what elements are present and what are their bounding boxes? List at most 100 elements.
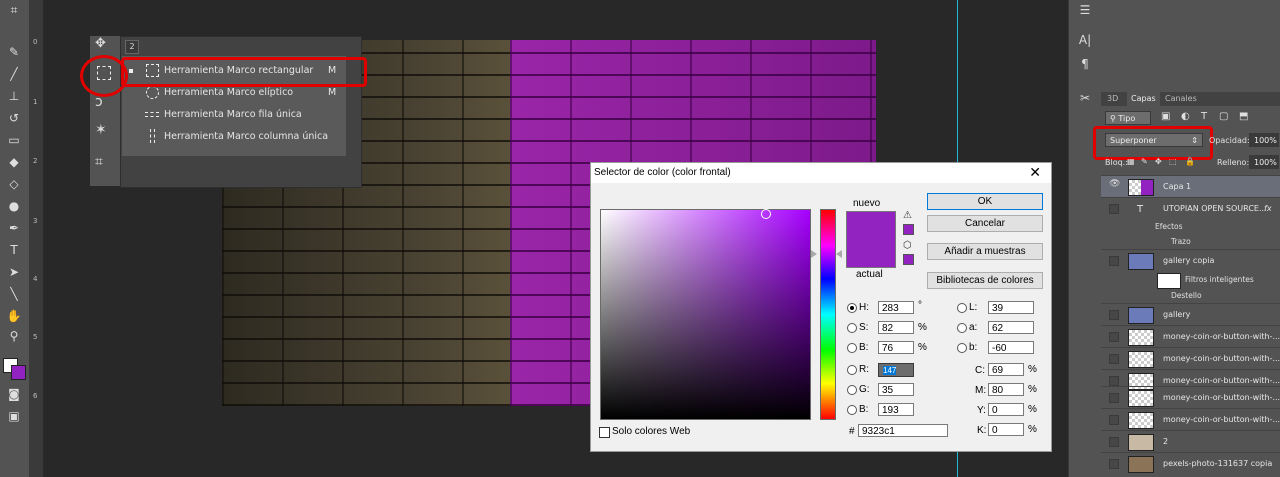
radio-blue[interactable] [847, 405, 857, 415]
fill-field[interactable]: 100% [1249, 155, 1279, 169]
layer-filter-select[interactable]: ⚲ Tipo [1105, 111, 1151, 125]
saturation-field[interactable]: 82 [878, 321, 914, 334]
radio-h[interactable] [847, 303, 857, 313]
b-channel-field[interactable]: -60 [988, 341, 1034, 354]
paint-bucket-icon[interactable]: ◆ [4, 154, 24, 170]
filter-type-icon[interactable]: T [1201, 111, 1207, 122]
hex-field[interactable]: 9323c1 [858, 424, 948, 437]
radio-l[interactable] [957, 303, 967, 313]
brightness-field[interactable]: 76 [878, 341, 914, 354]
filter-adjustment-icon[interactable]: ◐ [1181, 111, 1190, 122]
layer-row[interactable]: 👁 Capa 1 [1101, 175, 1280, 198]
layer-row[interactable]: money-coin-or-button-with-... [1101, 347, 1280, 370]
close-icon[interactable]: ✕ [1029, 164, 1041, 181]
hand-icon[interactable]: ✋ [4, 308, 24, 324]
web-safe-swatch[interactable] [903, 254, 914, 265]
radio-a[interactable] [957, 323, 967, 333]
visibility-box[interactable] [1109, 354, 1119, 364]
visibility-box[interactable] [1109, 415, 1119, 425]
lock-all-icon[interactable]: 🔒 [1185, 157, 1195, 166]
visibility-box[interactable] [1109, 332, 1119, 342]
filter-pixel-icon[interactable]: ▣ [1161, 111, 1170, 122]
tab-3d[interactable]: 3D [1107, 94, 1118, 103]
lightness-field[interactable]: 39 [988, 301, 1034, 314]
radio-b[interactable] [847, 343, 857, 353]
character-icon[interactable]: A| [1077, 32, 1093, 48]
layer-row[interactable]: T UTOPIAN OPEN SOURCE... fx [1101, 197, 1280, 220]
brush-icon[interactable]: ╱ [4, 66, 24, 82]
visibility-box[interactable] [1109, 459, 1119, 469]
line-icon[interactable]: ╲ [4, 286, 24, 302]
hue-slider-handle-left[interactable] [811, 250, 817, 258]
visibility-box[interactable] [1109, 256, 1119, 266]
blur-icon[interactable]: ◇ [4, 176, 24, 192]
color-marker[interactable] [761, 209, 771, 219]
web-colors-checkbox[interactable] [599, 427, 610, 438]
ok-button[interactable]: OK [927, 193, 1043, 210]
screen-mode-icon[interactable]: ▣ [4, 408, 24, 424]
color-libraries-button[interactable]: Bibliotecas de colores [927, 272, 1043, 289]
yellow-field[interactable]: 0 [988, 403, 1024, 416]
visibility-eye-icon[interactable]: 👁 [1109, 179, 1120, 189]
layer-row[interactable]: gallery copia [1101, 249, 1280, 272]
zoom-icon[interactable]: ⚲ [4, 328, 24, 344]
a-channel-field[interactable]: 62 [988, 321, 1034, 334]
layer-row[interactable]: gallery [1101, 303, 1280, 326]
type-icon[interactable]: T [4, 242, 24, 258]
quick-mask-icon[interactable]: ◙ [4, 386, 24, 402]
saturation-brightness-field[interactable] [600, 209, 811, 420]
paragraph-icon[interactable]: ¶ [1077, 56, 1093, 72]
radio-r[interactable] [847, 365, 857, 375]
current-color-swatch[interactable] [846, 241, 896, 268]
lock-transparency-icon[interactable]: ▦ [1127, 157, 1135, 166]
crop-tool-icon[interactable]: ⌗ [95, 154, 103, 170]
effects-label[interactable]: Efectos [1155, 222, 1183, 231]
eraser-icon[interactable]: ▭ [4, 132, 24, 148]
hue-slider-handle-right[interactable] [836, 250, 842, 258]
visibility-box[interactable] [1109, 393, 1119, 403]
tab-channels[interactable]: Canales [1165, 94, 1197, 103]
visibility-box[interactable] [1109, 310, 1119, 320]
gamut-warning-icon[interactable]: ⚠ [903, 210, 912, 221]
lens-flare-label[interactable]: Destello [1171, 291, 1202, 300]
black-field[interactable]: 0 [988, 423, 1024, 436]
visibility-box[interactable] [1109, 204, 1119, 214]
menu-item-single-column-marquee[interactable]: Herramienta Marco columna única [122, 126, 346, 148]
stroke-effect-label[interactable]: Trazo [1171, 237, 1191, 246]
lock-position-icon[interactable]: ✥ [1155, 157, 1162, 166]
magic-wand-icon[interactable]: ✶ [95, 122, 107, 138]
hue-field[interactable]: 283 [878, 301, 914, 314]
smart-filter-mask[interactable] [1157, 273, 1181, 289]
cancel-button[interactable]: Cancelar [927, 215, 1043, 232]
layer-row[interactable]: money-coin-or-button-with-... [1101, 408, 1280, 431]
add-to-swatches-button[interactable]: Añadir a muestras [927, 243, 1043, 260]
visibility-box[interactable] [1109, 376, 1119, 386]
gamut-swatch[interactable] [903, 224, 914, 235]
cyan-field[interactable]: 69 [988, 363, 1024, 376]
filter-shape-icon[interactable]: ▢ [1219, 111, 1228, 122]
background-color-swatch[interactable] [11, 365, 26, 380]
web-safe-cube-icon[interactable]: ⬡ [903, 240, 912, 251]
filter-smart-object-icon[interactable]: ⬒ [1239, 111, 1248, 122]
layer-row[interactable]: money-coin-or-button-with-... [1101, 386, 1280, 409]
fx-icon[interactable]: fx [1264, 204, 1272, 213]
stamp-icon[interactable]: ⊥ [4, 88, 24, 104]
radio-lab-b[interactable] [957, 343, 967, 353]
green-field[interactable]: 35 [878, 383, 914, 396]
radio-s[interactable] [847, 323, 857, 333]
history-brush-icon[interactable]: ↺ [4, 110, 24, 126]
menu-icon[interactable]: ☰ [1077, 2, 1093, 18]
layer-row[interactable]: pexels-photo-131637 copia [1101, 452, 1280, 475]
radio-g[interactable] [847, 385, 857, 395]
path-selection-icon[interactable]: ➤ [4, 264, 24, 280]
layer-row[interactable]: 2 [1101, 430, 1280, 453]
opacity-field[interactable]: 100% [1249, 133, 1279, 147]
blue-field[interactable]: 193 [878, 403, 914, 416]
move-tool-icon[interactable]: ✥ [95, 36, 106, 51]
lock-artboard-icon[interactable]: ⬚ [1169, 157, 1177, 166]
tab-layers[interactable]: Capas [1127, 92, 1160, 106]
healing-brush-icon[interactable]: ✎ [4, 44, 24, 60]
visibility-box[interactable] [1109, 437, 1119, 447]
menu-item-single-row-marquee[interactable]: Herramienta Marco fila única [122, 104, 346, 126]
smart-filters-label[interactable]: Filtros inteligentes [1185, 275, 1254, 284]
